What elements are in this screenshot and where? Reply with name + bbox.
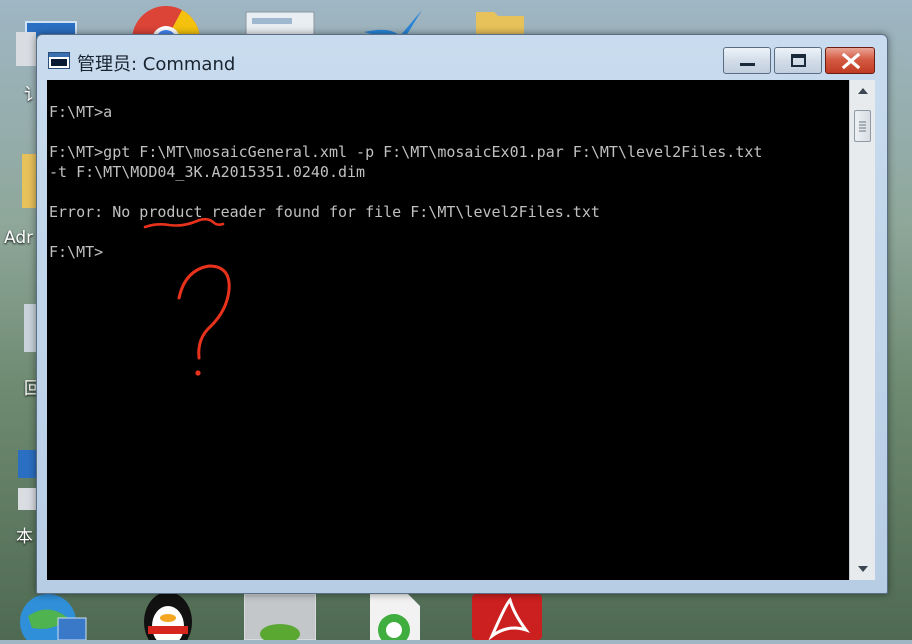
- minimize-icon: [740, 63, 755, 66]
- pdf-icon: [472, 594, 542, 641]
- minimize-button[interactable]: [723, 47, 771, 74]
- desktop-label-computer: 本: [16, 527, 33, 547]
- close-icon: [841, 52, 861, 70]
- command-window[interactable]: 管理员: Command F:\MT>a F:\MT>gpt F:\MT\mos…: [36, 34, 888, 594]
- desktop-icon-network[interactable]: [18, 592, 88, 644]
- scroll-up-button[interactable]: [850, 80, 876, 102]
- error-line: Error: No product reader found for file …: [49, 203, 600, 221]
- maximize-button[interactable]: [774, 47, 822, 74]
- document-icon: [16, 32, 36, 66]
- penguin-icon: [144, 592, 192, 644]
- desktop-icon-computer[interactable]: [16, 448, 38, 514]
- question-mark-dot: [195, 370, 201, 376]
- desktop-label-admin: Adr: [4, 228, 34, 248]
- desktop-icon-left-1[interactable]: [14, 30, 38, 70]
- grip-icon: [859, 121, 866, 132]
- console-line: F:\MT>a: [49, 103, 113, 121]
- desktop-icon-pdf[interactable]: [472, 594, 542, 641]
- chevron-up-icon: [858, 88, 868, 94]
- question-mark-icon: [177, 264, 231, 360]
- close-button[interactable]: [825, 47, 875, 74]
- desktop-icon-image[interactable]: [243, 593, 317, 644]
- window-title: 管理员: Command: [77, 54, 236, 75]
- console-line: -t F:\MT\MOD04_3K.A2015351.0240.dim: [49, 163, 366, 181]
- console-app-icon: [48, 52, 70, 69]
- maximize-icon: [791, 54, 806, 67]
- prompt-line: F:\MT>: [49, 243, 104, 261]
- browser-icon: [370, 594, 420, 644]
- computer-icon: [18, 450, 38, 510]
- globe-icon: [20, 594, 87, 644]
- vertical-scrollbar[interactable]: [849, 80, 875, 580]
- scroll-down-button[interactable]: [850, 558, 876, 580]
- title-bar[interactable]: 管理员: Command: [37, 35, 887, 79]
- desktop-icon-ie[interactable]: [364, 594, 422, 644]
- photo-icon: [243, 593, 317, 644]
- chevron-down-icon: [858, 566, 868, 572]
- scroll-thumb[interactable]: [854, 110, 871, 142]
- console-line: F:\MT>gpt F:\MT\mosaicGeneral.xml -p F:\…: [49, 143, 763, 161]
- desktop-icon-qq[interactable]: [138, 592, 198, 644]
- console-output[interactable]: F:\MT>a F:\MT>gpt F:\MT\mosaicGeneral.xm…: [47, 80, 849, 580]
